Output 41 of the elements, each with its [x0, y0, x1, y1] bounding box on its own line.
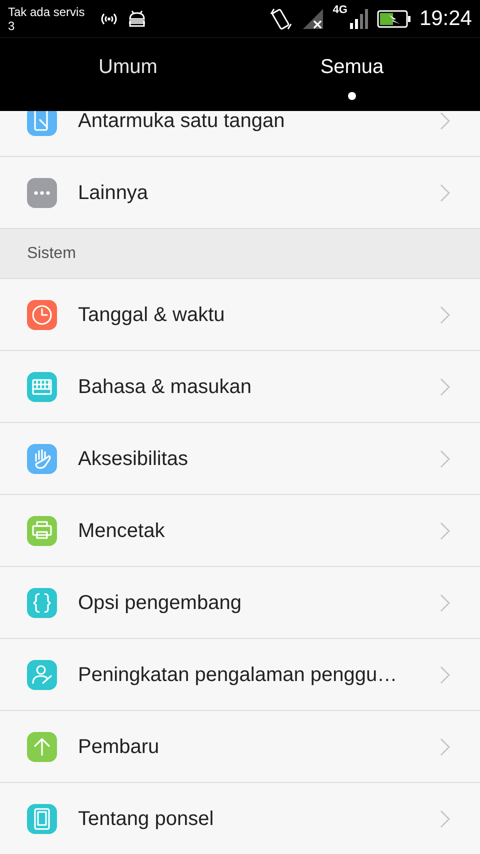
chevron-icon [440, 810, 450, 828]
settings-item[interactable]: Bahasa & masukan [0, 351, 480, 423]
android-icon [126, 10, 147, 28]
item-label: Lainnya [78, 182, 150, 202]
chevron-icon [440, 184, 450, 202]
battery-charging-icon [377, 10, 412, 28]
item-label: Bahasa & masukan [78, 376, 252, 396]
item-label: Peningkatan pengalaman penggu… [78, 664, 398, 684]
signal-icon [349, 8, 370, 28]
settings-item[interactable]: Antarmuka satu tangan [0, 111, 480, 157]
chevron-icon [440, 594, 450, 612]
carrier-text: Tak ada servis [8, 4, 85, 18]
chevron-icon [440, 112, 450, 130]
hotspot-icon [98, 12, 119, 26]
tab[interactable]: Umum [16, 38, 240, 110]
no-signal-icon [300, 6, 325, 30]
item-label: Antarmuka satu tangan [78, 111, 286, 130]
chevron-icon [440, 522, 450, 540]
item-label: Tentang ponsel [78, 808, 215, 828]
settings-item[interactable]: Aksesibilitas [0, 423, 480, 495]
settings-item[interactable]: Pembaru [0, 711, 480, 783]
settings-item[interactable]: Mencetak [0, 495, 480, 567]
item-label: Opsi pengembang [78, 592, 242, 612]
chevron-icon [440, 450, 450, 468]
section-header: Sistem [0, 229, 480, 279]
settings-item[interactable]: Peningkatan pengalaman penggu… [0, 639, 480, 711]
item-label: Aksesibilitas [78, 448, 190, 468]
chevron-icon [440, 378, 450, 396]
chevron-icon [440, 306, 450, 324]
item-label: Tanggal & waktu [78, 304, 226, 324]
clock-text: 19:24 [419, 6, 472, 30]
settings-item[interactable]: Tentang ponsel [0, 783, 480, 854]
item-label: Pembaru [78, 736, 160, 756]
settings-item[interactable]: Opsi pengembang [0, 567, 480, 639]
carrier-text: 3 [8, 18, 15, 32]
settings-item[interactable]: Tanggal & waktu [0, 279, 480, 351]
item-label: Mencetak [78, 520, 166, 540]
tab[interactable]: Semua [240, 38, 464, 110]
chevron-icon [440, 666, 450, 684]
chevron-icon [440, 738, 450, 756]
network-type-text: 4G [332, 4, 348, 16]
